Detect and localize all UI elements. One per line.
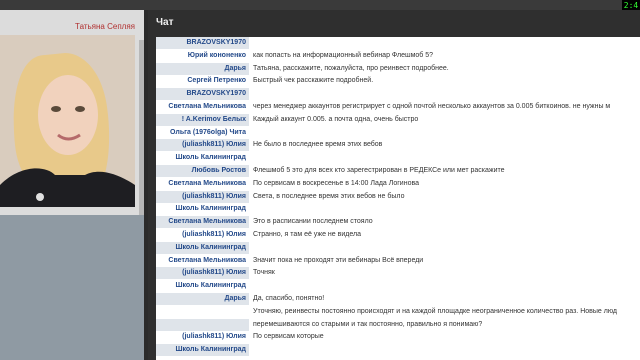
chat-text: Света, в последнее время этих вебов не б…	[253, 192, 405, 200]
chat-author[interactable]: Школь Калининград	[156, 344, 246, 356]
chat-author[interactable]: Дарья	[156, 293, 246, 305]
chat-author[interactable]: Школь Калининград	[156, 280, 246, 292]
panel-scroll-edge[interactable]	[139, 40, 144, 215]
chat-author[interactable]: ! A.Kerimov Белых	[156, 114, 246, 126]
chat-text: Это в расписании последнем стояло	[253, 218, 373, 226]
chat-text: как попасть на информационный вебинар Фл…	[253, 51, 434, 59]
chat-message: Светлана Мельникова Это в расписании посл…	[156, 216, 640, 228]
chat-message: (juliashk811) Юлия Странно, я там её уже …	[156, 229, 640, 241]
chat-author[interactable]: BRAZOVSKY1970	[156, 88, 246, 100]
presenter-panel: Татьяна Сепляя	[0, 10, 144, 360]
chat-text: Каждый аккаунт 0.005. а почта одна, очен…	[253, 115, 419, 123]
chat-text: Не было в последнее время этих вебов	[253, 141, 383, 149]
chat-author[interactable]: Школь Калининград	[156, 203, 246, 215]
chat-message: (juliashk811) Юлия Не было в последнее вр…	[156, 139, 640, 151]
chat-text: через менеджер аккаунтов регистрирует с …	[253, 103, 611, 110]
chat-text: Уточняю, реинвесты постоянно происходят …	[253, 307, 617, 315]
chat-text: Быстрый чек расскажите подробней.	[253, 77, 374, 85]
chat-message: перемешиваются со старыми и так постоянн…	[156, 319, 640, 331]
chat-title: Чат	[156, 17, 174, 28]
chat-message: Уточняю, реинвесты постоянно происходят …	[156, 306, 640, 318]
chat-text: Да, спасибо, понятно!	[253, 295, 325, 302]
chat-message: BRAZOVSKY1970	[156, 88, 640, 100]
chat-message: Любовь Ростов Флешмоб 5 это для всех кто …	[156, 165, 640, 177]
chat-author[interactable]: Сергей Петренко	[156, 75, 246, 87]
chat-author[interactable]: Школь Калининград	[156, 152, 246, 164]
chat-panel: Чат BRAZOVSKY1970 Юрий кононенко как попас…	[148, 10, 640, 360]
chat-author[interactable]: Светлана Мельникова	[156, 255, 246, 267]
chat-message: Школь Калининград	[156, 152, 640, 164]
chat-message: Ольга (1976olga) Чита	[156, 127, 640, 139]
chat-message: Светлана Мельникова через менеджер аккаун…	[156, 101, 640, 113]
chat-author[interactable]: Ольга (1976olga) Чита	[156, 127, 246, 139]
chat-author[interactable]: (juliashk811) Юлия	[156, 331, 246, 343]
chat-message: BRAZOVSKY1970	[156, 37, 640, 49]
chat-text: По сервисам которые	[253, 333, 324, 341]
chat-author[interactable]: Дарья	[156, 63, 246, 75]
chat-author[interactable]: Светлана Мельникова	[156, 216, 246, 228]
chat-author[interactable]: (juliashk811) Юлия	[156, 267, 246, 279]
chat-messages[interactable]: BRAZOVSKY1970 Юрий кононенко как попасть н…	[156, 37, 640, 360]
chat-message: Дарья Татьяна, расскажите, пожалуйста, пр…	[156, 63, 640, 75]
chat-text: Значит пока не проходят эти вебинары Всё…	[253, 256, 424, 264]
chat-message: (juliashk811) Юлия Света, в последнее вре…	[156, 191, 640, 203]
top-bar	[0, 0, 640, 10]
chat-text: Флешмоб 5 это для всех кто зарегестриров…	[253, 167, 505, 174]
chat-author[interactable]: BRAZOVSKY1970	[156, 37, 246, 49]
chat-message: Школь Калининград	[156, 344, 640, 356]
chat-message: ! A.Kerimov Белых Каждый аккаунт 0.005. а…	[156, 114, 640, 126]
chat-author[interactable]: Светлана Мельникова	[156, 101, 246, 113]
chat-message: Светлана Мельникова По сервисам в воскрес…	[156, 178, 640, 190]
chat-author[interactable]: Любовь Ростов	[156, 165, 246, 177]
chat-message: (juliashk811) Юлия Точняк	[156, 267, 640, 279]
chat-author[interactable]: Школь Калининград	[156, 242, 246, 254]
chat-message: (juliashk811) Юлия По сервисам которые	[156, 331, 640, 343]
presenter-panel-lower	[0, 215, 144, 360]
chat-author[interactable]: (juliashk811) Юлия	[156, 191, 246, 203]
chat-text: Странно, я там её уже не видела	[253, 231, 361, 238]
chat-text: перемешиваются со старыми и так постоянн…	[253, 320, 483, 328]
chat-message: Дарья Да, спасибо, понятно!	[156, 293, 640, 305]
chat-message: Школь Калининград	[156, 242, 640, 254]
chat-author[interactable]: Юрий кононенко	[156, 50, 246, 62]
presenter-photo	[0, 35, 135, 207]
chat-author[interactable]: Светлана Мельникова	[156, 178, 246, 190]
presenter-name: Татьяна Сепляя	[75, 22, 135, 31]
chat-author[interactable]: (juliashk811) Юлия	[156, 139, 246, 151]
chat-message: Сергей Петренко Быстрый чек расскажите по…	[156, 75, 640, 87]
chat-text: По сервисам в воскресенье в 14:00 Лада Л…	[253, 179, 420, 187]
chat-text: Татьяна, расскажите, пожалуйста, про реи…	[253, 64, 449, 72]
chat-message: Школь Калининград	[156, 280, 640, 292]
chat-message: Юрий кононенко как попасть на информацион…	[156, 50, 640, 62]
chat-author[interactable]: (juliashk811) Юлия	[156, 229, 246, 241]
chat-message: Школь Калининград	[156, 203, 640, 215]
chat-message: Светлана Мельникова Значит пока не проход…	[156, 255, 640, 267]
chat-text: Точняк	[253, 269, 275, 277]
